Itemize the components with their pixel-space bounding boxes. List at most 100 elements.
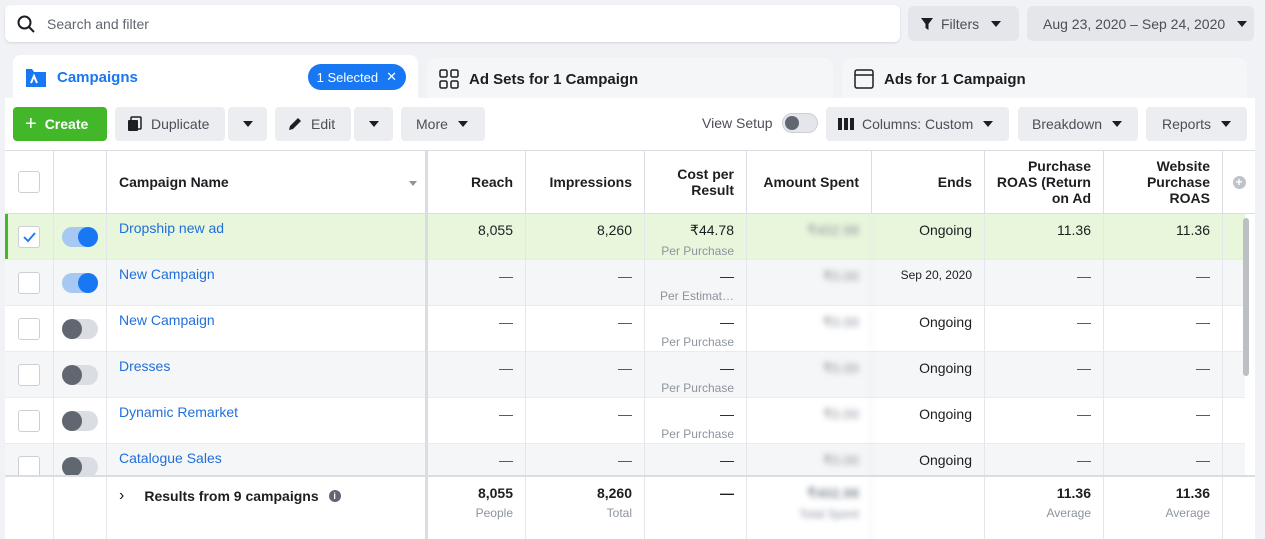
reports-button[interactable]: Reports — [1146, 107, 1247, 141]
search-bar[interactable] — [5, 5, 900, 42]
column-header-amount-spent[interactable]: Amount Spent — [747, 151, 872, 213]
cell-purchase-roas: — — [985, 260, 1104, 306]
row-checkbox[interactable] — [18, 318, 40, 340]
campaign-name-link[interactable]: New Campaign — [107, 260, 428, 306]
date-range-picker[interactable]: Aug 23, 2020 – Sep 24, 2020 — [1027, 6, 1254, 41]
table-row[interactable]: Dynamic Remarket — — — Per Purchase ₹0.00 Ongo… — [5, 398, 1245, 444]
cell-purchase-roas: — — [985, 398, 1104, 444]
cost-result-type: Per Purchase — [661, 244, 734, 258]
edit-button[interactable]: Edit — [275, 107, 351, 141]
row-checkbox[interactable] — [18, 410, 40, 432]
results-label: Results from 9 campaigns — [144, 488, 319, 504]
duplicate-button[interactable]: Duplicate — [115, 107, 225, 141]
cell-impressions: 8,260 — [526, 214, 645, 260]
footer-value: 11.36 — [1056, 485, 1091, 501]
toolbar: + Create Duplicate Edit More View Setup … — [5, 98, 1255, 150]
search-input[interactable] — [47, 15, 827, 32]
tab-ad-sets[interactable]: Ad Sets for 1 Campaign — [427, 58, 833, 100]
row-checkbox[interactable] — [18, 272, 40, 294]
tab-campaigns[interactable]: Campaigns 1 Selected ✕ — [13, 55, 418, 100]
pencil-icon — [289, 118, 301, 130]
campaign-status-toggle[interactable] — [62, 365, 98, 385]
column-header-campaign-name[interactable]: Campaign Name — [107, 151, 428, 213]
footer-ends — [872, 477, 985, 539]
chevron-right-icon[interactable]: › — [119, 487, 124, 505]
tab-label: Campaigns — [57, 69, 138, 86]
cell-purchase-roas: — — [985, 306, 1104, 352]
cell-amount-spent: ₹402.98 — [747, 214, 872, 260]
toggle-column-header — [54, 151, 107, 213]
campaign-status-toggle[interactable] — [62, 227, 98, 247]
row-checkbox[interactable] — [18, 364, 40, 386]
footer-spent: ₹402.98 Total Spent — [747, 477, 872, 539]
more-button[interactable]: More — [401, 107, 485, 141]
column-label: Ends — [937, 174, 972, 190]
info-icon[interactable]: i — [328, 490, 341, 502]
selected-badge[interactable]: 1 Selected ✕ — [307, 64, 406, 90]
select-all-cell — [5, 151, 54, 213]
cell-website-purchase-roas: — — [1104, 352, 1223, 398]
column-header-purchase-roas[interactable]: Purchase ROAS (Return on Ad — [985, 151, 1104, 213]
campaign-name-link[interactable]: Catalogue Sales — [107, 444, 428, 475]
cell-impressions: — — [526, 444, 645, 475]
close-icon[interactable]: ✕ — [386, 69, 397, 85]
columns-button[interactable]: Columns: Custom — [826, 107, 1009, 141]
select-all-checkbox[interactable] — [18, 171, 40, 193]
footer-sub: Total Spent — [798, 507, 859, 521]
campaign-name-link[interactable]: Dropship new ad — [107, 214, 428, 260]
filters-button[interactable]: Filters — [908, 6, 1019, 41]
campaign-status-toggle[interactable] — [62, 273, 98, 293]
duplicate-dropdown-button[interactable] — [228, 107, 267, 141]
cost-result-type: Per Estimat… — [659, 289, 734, 303]
vertical-scrollbar[interactable] — [1243, 218, 1249, 376]
cell-ends: Ongoing — [872, 352, 985, 398]
create-button[interactable]: + Create — [13, 107, 107, 141]
campaign-status-toggle[interactable] — [62, 457, 98, 475]
column-header-website-purchase-roas[interactable]: Website Purchase ROAS — [1104, 151, 1223, 213]
view-setup-toggle[interactable] — [782, 113, 818, 133]
table-row[interactable]: Catalogue Sales———Per Purchase₹0.00Ongoi… — [5, 444, 1245, 475]
cell-cost-per-result: —Per Purchase — [645, 444, 747, 475]
cell-cost-per-result: —Per Purchase — [645, 352, 747, 398]
column-header-reach[interactable]: Reach — [428, 151, 526, 213]
chevron-down-icon — [1221, 121, 1232, 127]
cost-value: ₹44.78 — [690, 222, 734, 238]
campaign-status-toggle[interactable] — [62, 319, 98, 339]
view-setup-label: View Setup — [702, 115, 773, 131]
campaign-name-link[interactable]: Dresses — [107, 352, 428, 398]
campaign-status-toggle[interactable] — [62, 411, 98, 431]
tab-ads[interactable]: Ads for 1 Campaign — [842, 58, 1247, 100]
footer-value: ₹402.98 — [807, 485, 859, 501]
footer-value: 8,055 — [477, 485, 513, 501]
row-checkbox-cell — [5, 260, 54, 306]
cost-value: — — [720, 360, 734, 376]
cell-reach: 8,055 — [428, 214, 526, 260]
table-row[interactable]: New Campaign — — — Per Purchase ₹0.00 Ongoing —… — [5, 306, 1245, 352]
table-footer: › Results from 9 campaigns i 8,055 People… — [5, 475, 1255, 539]
add-column-button[interactable]: + — [1223, 151, 1255, 213]
results-summary[interactable]: › Results from 9 campaigns i — [119, 487, 341, 505]
footer-cost: — — [645, 477, 747, 539]
table-row[interactable]: Dropship new ad 8,055 8,260 ₹44.78 Per Purch… — [5, 214, 1245, 260]
table-row[interactable]: New Campaign — — — Per Estimat… ₹0.00 Sep 20, … — [5, 260, 1245, 306]
cell-website-purchase-roas: — — [1104, 444, 1223, 475]
footer-sub: Total — [606, 506, 632, 520]
row-checkbox[interactable] — [18, 456, 40, 475]
tab-label: Ad Sets for 1 Campaign — [469, 70, 639, 88]
campaign-name-link[interactable]: Dynamic Remarket — [107, 398, 428, 444]
row-checkbox[interactable] — [18, 226, 40, 248]
cost-result-type: Per Purchase — [661, 335, 734, 349]
table-row[interactable]: Dresses — — — Per Purchase ₹0.00 Ongoing — — — [5, 352, 1245, 398]
campaign-name-link[interactable]: New Campaign — [107, 306, 428, 352]
cell-reach: — — [428, 398, 526, 444]
column-header-impressions[interactable]: Impressions — [526, 151, 645, 213]
checkmark-icon — [23, 232, 36, 243]
breakdown-button[interactable]: Breakdown — [1018, 107, 1138, 141]
chevron-down-icon — [983, 121, 994, 127]
column-header-cost-per-result[interactable]: Cost per Result — [645, 151, 747, 213]
sort-icon[interactable] — [409, 181, 417, 186]
footer-proas: 11.36 Average — [985, 477, 1104, 539]
column-header-ends[interactable]: Ends — [872, 151, 985, 213]
cell-impressions: — — [526, 260, 645, 306]
edit-dropdown-button[interactable] — [354, 107, 393, 141]
